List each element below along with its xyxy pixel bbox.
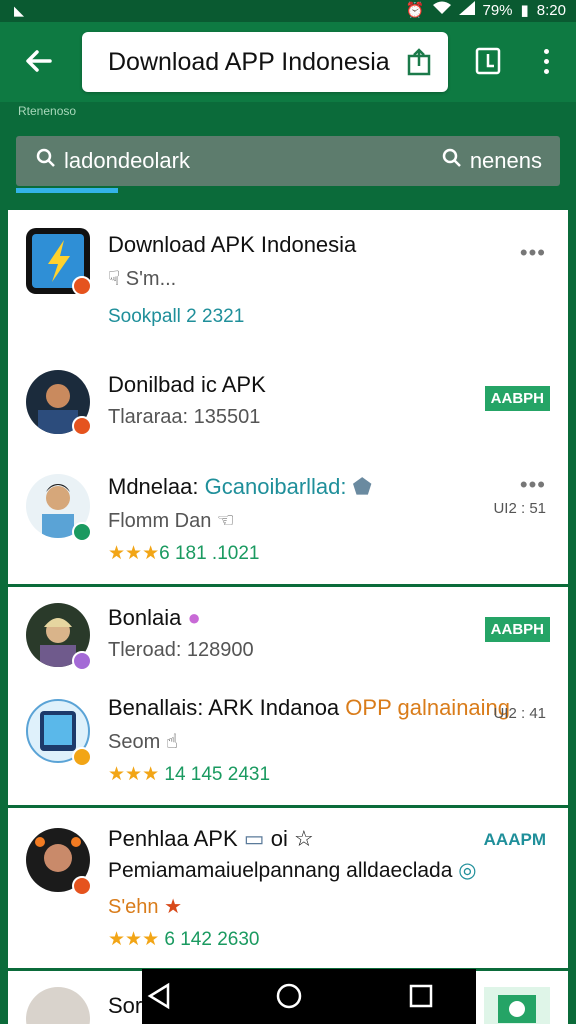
item-title: Donilbad ic APK bbox=[108, 372, 266, 397]
emoji-icon: ● bbox=[187, 605, 201, 630]
list-item[interactable]: Benallais: ARK Indanoa OPP galnainaing S… bbox=[8, 691, 568, 791]
item-title: Penhlaa APK ▭ oi ☆ bbox=[108, 826, 314, 851]
more-options-icon[interactable]: ••• bbox=[520, 472, 546, 498]
nav-recents-icon[interactable] bbox=[406, 981, 436, 1011]
status-badge: AABPH bbox=[484, 386, 550, 411]
item-meta: ★★★ 6 142 2630 bbox=[108, 929, 260, 950]
item-subtitle: Tleroad: 128900 bbox=[108, 639, 254, 661]
list-item[interactable]: Download APK Indonesia ☟ S'm... Sookpall… bbox=[8, 226, 568, 336]
cursor-icon: ☆ bbox=[293, 826, 314, 851]
battery-level: 79% bbox=[482, 1, 513, 19]
item-title: Benallais: ARK Indanoa OPP galnainaing bbox=[108, 695, 511, 720]
search-icon bbox=[36, 148, 56, 174]
tabs-icon[interactable] bbox=[474, 46, 502, 76]
clock: 8:20 bbox=[536, 1, 566, 19]
item-subtitle-2: S'ehn ★ bbox=[108, 896, 183, 918]
url-text: Download APP Indonesia bbox=[108, 48, 390, 76]
avatar bbox=[26, 987, 90, 1024]
more-options-icon[interactable]: ••• bbox=[520, 240, 546, 266]
item-subtitle: Seom ☝ bbox=[108, 731, 178, 753]
signal-icon bbox=[458, 1, 475, 19]
nav-back-icon[interactable] bbox=[144, 981, 174, 1011]
item-subtitle: Pemiamamaiuelpannang alldaeclada ◎ bbox=[108, 859, 477, 882]
sub-label: Rtenenoso bbox=[18, 104, 77, 118]
list-item[interactable]: Penhlaa APK ▭ oi ☆ AAAPM Pemiamamaiuelpa… bbox=[8, 820, 568, 960]
rating-stars: ★★★ bbox=[108, 929, 160, 950]
navigation-bar bbox=[142, 969, 476, 1024]
wifi-icon bbox=[432, 1, 451, 19]
item-title: Download APK Indonesia bbox=[108, 232, 357, 257]
app-thumbnail bbox=[484, 987, 550, 1024]
rating-stars: ★★★ bbox=[108, 543, 160, 564]
badge-icon bbox=[72, 651, 92, 671]
search-query: ladondeolark bbox=[64, 148, 190, 173]
badge-icon bbox=[72, 522, 92, 542]
status-badge: AABPH bbox=[484, 617, 550, 642]
item-time: UI2 : 41 bbox=[493, 705, 546, 722]
notification-icon: ◣ bbox=[14, 3, 24, 18]
item-subtitle: ☟ S'm... bbox=[108, 268, 177, 290]
search-filter-label[interactable]: nenens bbox=[470, 148, 542, 174]
result-card: Bonlaia ● Tleroad: 128900 AABPH Benallai… bbox=[8, 587, 568, 805]
star-icon: ★ bbox=[164, 896, 183, 918]
badge-icon bbox=[72, 276, 92, 296]
nav-home-icon[interactable] bbox=[274, 981, 304, 1011]
back-arrow-icon[interactable] bbox=[22, 44, 56, 78]
item-title: Bonlaia ● bbox=[108, 605, 201, 630]
badge-icon bbox=[72, 747, 92, 767]
rating-stars: ★★★ bbox=[108, 764, 160, 785]
search-tab-indicator bbox=[16, 188, 118, 193]
flag-icon: ▭ bbox=[243, 826, 265, 851]
result-card: Download APK Indonesia ☟ S'm... Sookpall… bbox=[8, 210, 568, 584]
badge-icon bbox=[72, 876, 92, 896]
item-time: AAAPM bbox=[483, 830, 546, 849]
list-item[interactable]: Bonlaia ● Tleroad: 128900 AABPH bbox=[8, 599, 568, 679]
item-meta: ★★★ 14 145 2431 bbox=[108, 764, 271, 785]
app-icon bbox=[26, 228, 92, 296]
item-meta: ★★★6 181 .1021 bbox=[108, 543, 260, 564]
hand-icon: ☝ bbox=[165, 731, 178, 753]
overflow-menu-icon[interactable] bbox=[536, 44, 556, 80]
item-title: Mdnelaa: Gcanoibarllad: ⬟ bbox=[108, 474, 372, 499]
thumb-icon: ☜ bbox=[216, 510, 235, 532]
list-item[interactable]: Donilbad ic APK Tlararaa: 135501 AABPH bbox=[8, 360, 568, 450]
search-icon[interactable] bbox=[442, 148, 462, 174]
result-card: Penhlaa APK ▭ oi ☆ AAAPM Pemiamamaiuelpa… bbox=[8, 808, 568, 968]
alarm-icon: ⏰ bbox=[405, 2, 425, 19]
status-bar: ◣ ⏰ 79% ▮ 8:20 bbox=[0, 0, 576, 22]
item-title: Sor bbox=[108, 993, 143, 1018]
share-icon[interactable] bbox=[406, 48, 432, 76]
battery-icon: ▮ bbox=[520, 2, 529, 19]
url-field[interactable]: Download APP Indonesia bbox=[82, 32, 448, 92]
app-bar: Download APP Indonesia bbox=[0, 22, 576, 102]
search-bar[interactable]: ladondeolark nenens bbox=[16, 136, 560, 186]
list-item[interactable]: Mdnelaa: Gcanoibarllad: ⬟ Flomm Dan ☜ ★★… bbox=[8, 462, 568, 572]
tag-icon: ◎ bbox=[458, 859, 477, 882]
item-subtitle: Tlararaa: 135501 bbox=[108, 406, 261, 428]
badge-icon bbox=[72, 416, 92, 436]
verified-icon: ⬟ bbox=[352, 474, 372, 499]
item-time: UI2 : 51 bbox=[493, 500, 546, 517]
item-meta: Sookpall 2 2321 bbox=[108, 306, 245, 327]
item-subtitle: Flomm Dan ☜ bbox=[108, 510, 235, 532]
hand-icon: ☟ bbox=[108, 268, 121, 290]
